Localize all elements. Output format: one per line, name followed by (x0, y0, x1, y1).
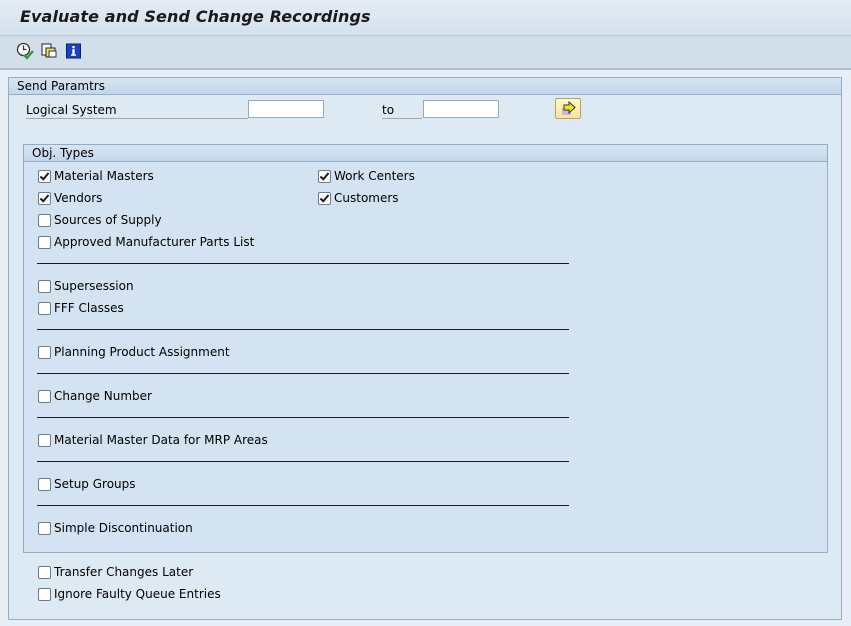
checkbox-icon[interactable] (38, 279, 51, 293)
checkbox-icon[interactable] (38, 235, 51, 249)
checkbox-sources-of-supply[interactable]: Sources of Supply (38, 212, 162, 228)
send-parameters-header: Send Paramtrs (9, 78, 841, 95)
checkbox-icon[interactable] (38, 587, 51, 601)
checkbox-icon[interactable] (38, 191, 51, 205)
checkbox-transfer-changes-later[interactable]: Transfer Changes Later (38, 564, 193, 580)
checkbox-vendors[interactable]: Vendors (38, 190, 102, 206)
checkbox-icon[interactable] (38, 301, 51, 315)
checkbox-icon[interactable] (38, 433, 51, 447)
checkbox-icon[interactable] (38, 169, 51, 183)
object-types-header: Obj. Types (24, 145, 827, 162)
checkbox-icon[interactable] (38, 389, 51, 403)
checkbox-approved-manufacturer-parts-list[interactable]: Approved Manufacturer Parts List (38, 234, 254, 250)
checkbox-icon[interactable] (318, 169, 331, 183)
multiple-selection-button[interactable] (555, 98, 581, 119)
checkbox-supersession[interactable]: Supersession (38, 278, 134, 294)
logical-system-from-input[interactable] (248, 100, 324, 118)
separator-line (37, 329, 569, 330)
logical-system-label: Logical System (26, 102, 248, 119)
page-title: Evaluate and Send Change Recordings (20, 7, 371, 26)
arrow-right-icon (562, 100, 576, 115)
checkbox-icon[interactable] (38, 477, 51, 491)
checkbox-icon[interactable] (38, 565, 51, 579)
checkbox-fff-classes[interactable]: FFF Classes (38, 300, 124, 316)
checkbox-simple-discontinuation[interactable]: Simple Discontinuation (38, 520, 193, 536)
checkbox-icon[interactable] (38, 521, 51, 535)
send-parameters-frame: Send Paramtrs Logical System to Obj. Typ… (8, 77, 842, 620)
checkbox-work-centers[interactable]: Work Centers (318, 168, 415, 184)
checkbox-icon[interactable] (318, 191, 331, 205)
checkbox-planning-product-assignment[interactable]: Planning Product Assignment (38, 344, 230, 360)
separator-line (37, 417, 569, 418)
checkbox-change-number[interactable]: Change Number (38, 388, 152, 404)
title-bar: Evaluate and Send Change Recordings (0, 0, 851, 36)
clock-check-icon[interactable] (16, 42, 34, 60)
checkbox-customers[interactable]: Customers (318, 190, 399, 206)
checkbox-setup-groups[interactable]: Setup Groups (38, 476, 136, 492)
separator-line (37, 373, 569, 374)
logical-system-to-input[interactable] (423, 100, 499, 118)
copy-pages-icon[interactable] (40, 42, 58, 60)
info-icon[interactable] (65, 42, 83, 60)
separator-line (37, 263, 569, 264)
checkbox-material-masters[interactable]: Material Masters (38, 168, 154, 184)
to-label: to (382, 102, 422, 119)
separator-line (37, 505, 569, 506)
checkbox-material-master-data-mrp-areas[interactable]: Material Master Data for MRP Areas (38, 432, 268, 448)
object-types-frame: Obj. Types Material Masters Vendors Sour… (23, 144, 828, 553)
checkbox-ignore-faulty-queue-entries[interactable]: Ignore Faulty Queue Entries (38, 586, 221, 602)
application-toolbar: © www.tutorialkart.com (0, 36, 851, 100)
separator-line (37, 461, 569, 462)
checkbox-icon[interactable] (38, 345, 51, 359)
checkbox-icon[interactable] (38, 213, 51, 227)
